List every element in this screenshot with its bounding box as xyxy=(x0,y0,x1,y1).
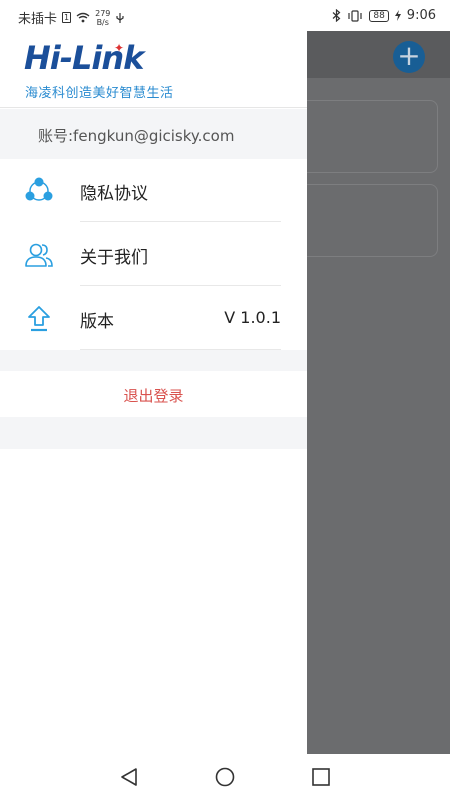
net-speed: 279 B/s xyxy=(95,9,110,27)
wifi-icon xyxy=(76,12,90,23)
version-value: V 1.0.1 xyxy=(224,308,281,327)
menu-item-privacy[interactable]: 隐私协议 xyxy=(0,159,307,222)
menu-item-version[interactable]: 版本 V 1.0.1 xyxy=(0,287,307,350)
menu-label-version: 版本 xyxy=(80,312,114,332)
menu-label-about: 关于我们 xyxy=(80,248,148,268)
vibrate-icon xyxy=(348,9,362,22)
home-icon[interactable] xyxy=(214,766,236,788)
clock: 9:06 xyxy=(406,8,436,23)
add-device-button[interactable]: + xyxy=(393,41,425,73)
background-card xyxy=(300,100,438,173)
usb-icon xyxy=(116,12,124,23)
divider xyxy=(80,285,281,286)
back-icon[interactable] xyxy=(118,766,140,788)
privacy-icon xyxy=(25,177,53,201)
account-text: 账号:fengkun@gicisky.com xyxy=(38,127,235,145)
logo-star-icon: ✦ xyxy=(114,41,125,55)
net-speed-value: 279 xyxy=(95,8,111,18)
system-nav-bar xyxy=(0,754,450,800)
menu-label-privacy: 隐私协议 xyxy=(80,184,148,204)
sim-icon: 1 xyxy=(62,12,72,23)
logo-area: Hi-Link ✦ 海凌科创造美好智慧生活 xyxy=(0,31,307,108)
battery-icon: 88 xyxy=(369,9,389,22)
bluetooth-icon xyxy=(332,9,341,22)
recents-icon[interactable] xyxy=(310,766,332,788)
users-icon xyxy=(25,243,53,267)
upload-icon xyxy=(28,306,50,332)
status-right: 88 9:06 xyxy=(332,8,436,23)
charging-icon xyxy=(394,10,401,21)
account-row: 账号:fengkun@gicisky.com xyxy=(0,109,307,159)
status-left: 未插卡 1 279 B/s xyxy=(18,8,125,27)
logo-slogan: 海凌科创造美好智慧生活 xyxy=(25,86,174,101)
logout-label: 退出登录 xyxy=(123,387,184,405)
section-gap xyxy=(0,417,307,449)
navigation-drawer: Hi-Link ✦ 海凌科创造美好智慧生活 账号:fengkun@gicisky… xyxy=(0,31,307,754)
status-bar: 未插卡 1 279 B/s 88 9:06 xyxy=(0,0,450,31)
net-speed-unit: B/s xyxy=(96,17,109,27)
background-header xyxy=(307,31,450,78)
carrier-text: 未插卡 xyxy=(18,12,58,27)
logo: Hi-Link xyxy=(24,39,144,77)
background-card xyxy=(300,184,438,257)
logout-button[interactable]: 退出登录 xyxy=(0,371,307,417)
section-gap xyxy=(0,350,307,371)
divider xyxy=(80,221,281,222)
menu-item-about[interactable]: 关于我们 xyxy=(0,223,307,286)
